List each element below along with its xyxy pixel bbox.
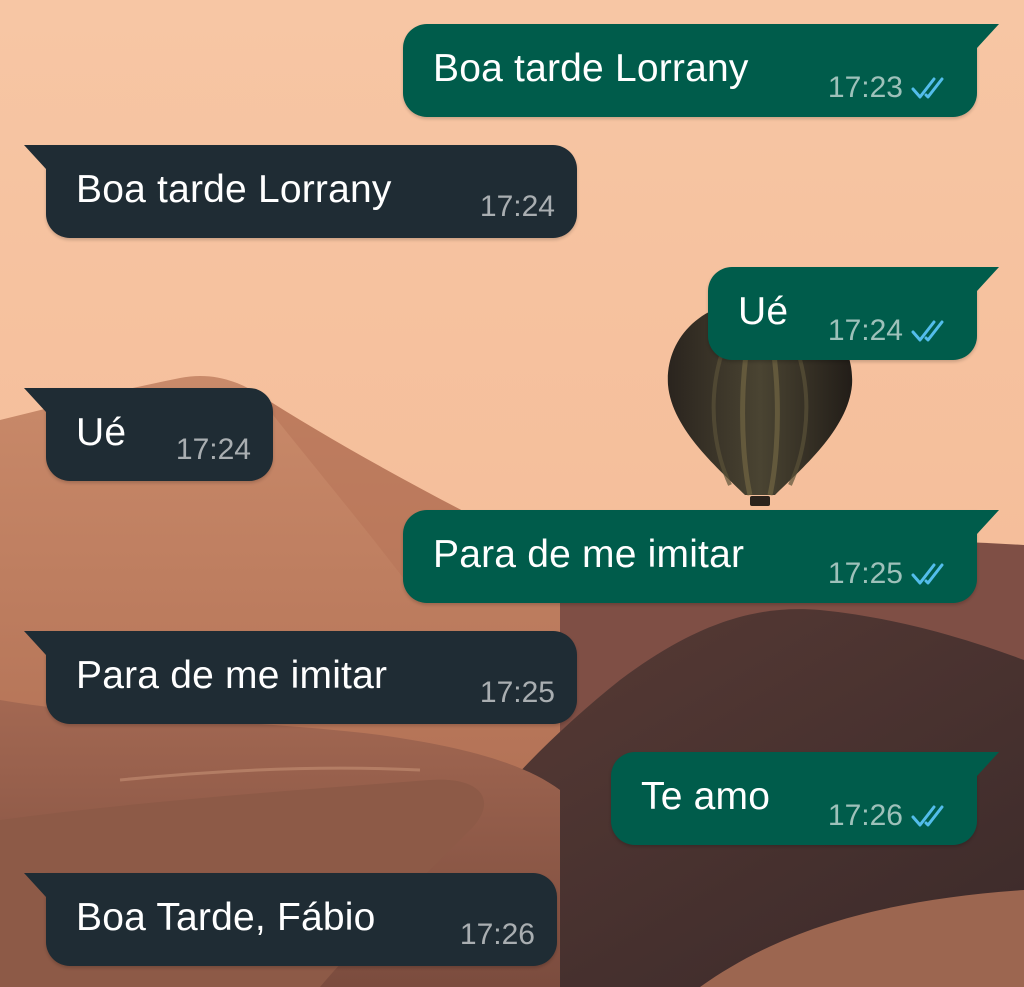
message-time: 17:26 xyxy=(459,918,535,951)
message-time: 17:23 xyxy=(827,71,903,104)
read-double-check-icon xyxy=(911,561,951,587)
message-time: 17:24 xyxy=(175,433,251,466)
message-time: 17:24 xyxy=(827,314,903,347)
read-double-check-icon xyxy=(911,75,951,101)
read-double-check-icon xyxy=(911,318,951,344)
chat-message-list[interactable]: Boa tarde Lorrany 17:23 Boa tarde Lorran… xyxy=(0,0,1024,987)
message-text: Boa Tarde, Fábio xyxy=(76,896,376,939)
message-text: Ué xyxy=(738,290,789,333)
message-time: 17:26 xyxy=(827,799,903,832)
message-text: Para de me imitar xyxy=(433,533,745,576)
message-outgoing[interactable]: Para de me imitar 17:25 xyxy=(403,510,999,603)
message-text: Boa tarde Lorrany xyxy=(76,168,392,211)
message-text: Te amo xyxy=(641,775,771,818)
message-outgoing[interactable]: Ué 17:24 xyxy=(708,267,999,360)
message-incoming[interactable]: Para de me imitar 17:25 xyxy=(24,631,577,724)
read-double-check-icon xyxy=(911,803,951,829)
message-outgoing[interactable]: Te amo 17:26 xyxy=(611,752,999,845)
message-time: 17:25 xyxy=(827,557,903,590)
message-outgoing[interactable]: Boa tarde Lorrany 17:23 xyxy=(403,24,999,117)
message-time: 17:24 xyxy=(479,190,555,223)
message-time: 17:25 xyxy=(479,676,555,709)
message-incoming[interactable]: Boa Tarde, Fábio 17:26 xyxy=(24,873,557,966)
message-text: Ué xyxy=(76,411,127,454)
message-text: Boa tarde Lorrany xyxy=(433,47,749,90)
message-text: Para de me imitar xyxy=(76,654,388,697)
message-incoming[interactable]: Boa tarde Lorrany 17:24 xyxy=(24,145,577,238)
message-incoming[interactable]: Ué 17:24 xyxy=(24,388,273,481)
